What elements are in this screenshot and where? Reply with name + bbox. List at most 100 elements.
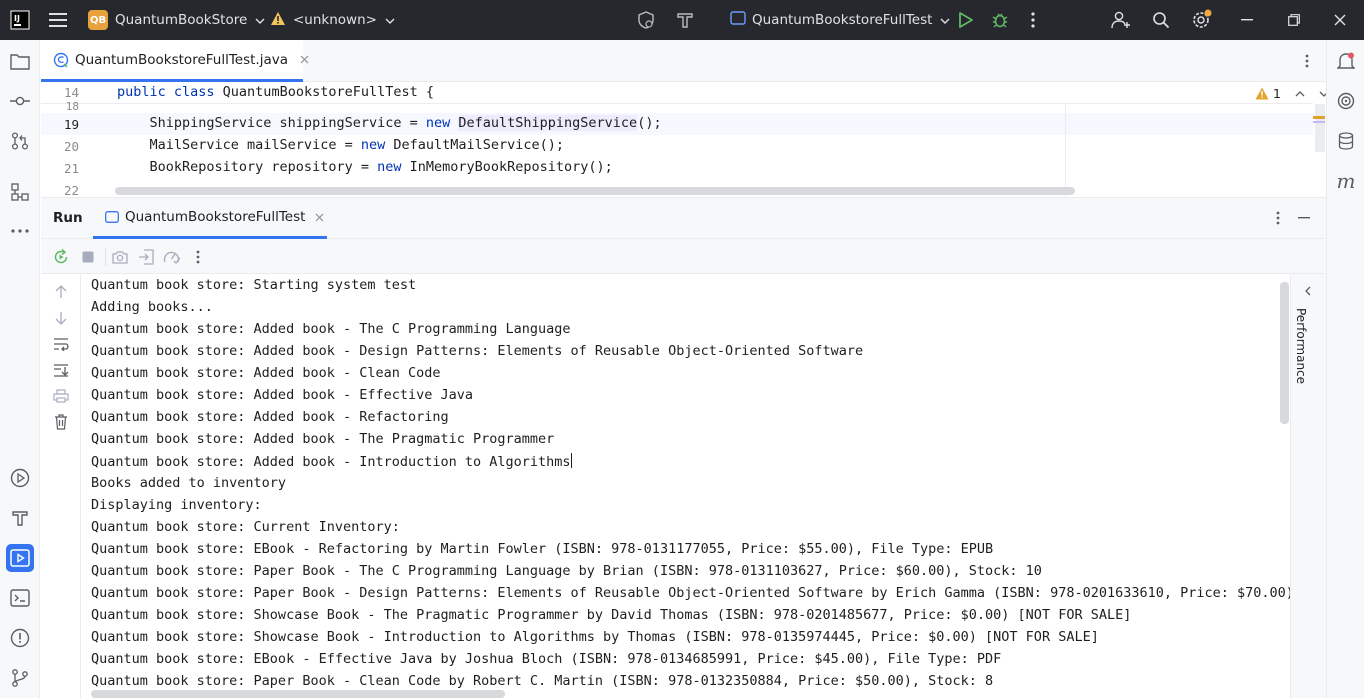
run-tab-label: QuantumBookstoreFullTest [125,209,306,225]
console-line: Displaying inventory: [91,497,262,513]
performance-tab[interactable]: Performance [1294,308,1318,384]
add-user-icon[interactable] [1111,0,1131,40]
line-number: 14 [63,85,79,100]
more-run-actions-icon[interactable] [189,248,207,266]
database-icon[interactable] [1332,127,1360,155]
app-logo-icon[interactable]: IJ [10,0,30,40]
project-widget[interactable]: QB QuantumBookStore [88,0,265,40]
line-number: 19 [63,117,79,132]
vcs-status: <unknown> [293,12,377,28]
problems-icon[interactable] [6,624,34,652]
line-number: 22 [63,183,79,198]
console-vertical-scrollbar[interactable] [1280,282,1289,424]
performance-side-panel: Performance [1290,274,1326,698]
project-name: QuantumBookStore [115,12,248,28]
scroll-to-end-icon[interactable] [52,361,70,379]
editor-tab-quantumbookstorefulltest[interactable]: QuantumBookstoreFullTest.java [41,40,309,82]
console-line: Quantum book store: EBook - Refactoring … [91,541,994,557]
run-tab-quantumbookstorefulltest[interactable]: QuantumBookstoreFullTest [93,198,327,239]
more-actions-icon[interactable] [1031,0,1035,40]
project-badge: QB [88,10,108,30]
console-line: Quantum book store: Added book - Design … [91,343,864,359]
console-output[interactable]: Quantum book store: Starting system test… [81,274,1290,698]
warning-count: 1 [1273,86,1281,101]
console-line: Quantum book store: Paper Book - Clean C… [91,673,994,689]
rerun-icon[interactable] [52,248,70,266]
editor-tab-bar: QuantumBookstoreFullTest.java [41,40,1326,82]
close-tab-icon[interactable] [300,55,309,64]
terminal-icon[interactable] [6,584,34,612]
profiler-icon[interactable] [163,248,181,266]
console-line: Quantum book store: Added book - Refacto… [91,409,449,425]
close-window-icon[interactable] [1334,0,1346,40]
run-config-name: QuantumBookstoreFullTest [752,12,933,28]
console-line: Quantum book store: Added book - The Pra… [91,431,555,447]
chevron-up-icon[interactable] [1295,90,1305,97]
import-icon[interactable] [137,248,155,266]
arrow-down-icon[interactable] [52,309,70,327]
structure-icon[interactable] [6,178,34,206]
shield-update-icon[interactable] [637,0,655,40]
run-tool-title: Run [53,210,83,226]
code-editor[interactable]: 14 public class QuantumBookstoreFullTest… [41,82,1326,198]
console-line-with-caret: Quantum book store: Added book - Introdu… [91,453,572,470]
hide-panel-icon[interactable] [1296,210,1312,226]
chevron-left-icon[interactable] [1300,283,1316,299]
run-configuration-selector[interactable]: QuantumBookstoreFullTest [730,0,950,40]
restore-window-icon[interactable] [1288,0,1300,40]
soft-wrap-icon[interactable] [52,335,70,353]
more-tools-icon[interactable] [6,217,34,245]
text-caret [570,453,572,468]
pull-requests-icon[interactable] [6,127,34,155]
console-horizontal-scrollbar[interactable] [91,690,505,698]
warning-icon [270,11,286,30]
arrow-up-icon[interactable] [52,283,70,301]
settings-gear-icon[interactable] [1191,0,1213,40]
maven-icon[interactable]: m [1332,167,1360,195]
git-icon[interactable] [6,664,34,692]
trash-icon[interactable] [52,413,70,431]
line-number: 18 [65,100,79,113]
ai-assistant-icon[interactable] [1332,87,1360,115]
project-icon[interactable] [6,47,34,75]
console-line: Books added to inventory [91,475,287,491]
console-line: Quantum book store: Paper Book - The C P… [91,563,1042,579]
chevron-down-icon [940,13,950,28]
usage-stripe-mark [1313,121,1325,123]
minimize-icon[interactable] [1241,0,1253,40]
code-line: ShippingService shippingService = new De… [117,115,662,131]
debug-icon[interactable] [991,0,1009,40]
console-line: Adding books... [91,299,213,315]
run-icon[interactable] [958,0,973,40]
chevron-down-icon[interactable] [1319,91,1326,97]
commit-icon[interactable] [6,87,34,115]
run-options-icon[interactable] [1270,210,1286,226]
build-hammer-icon[interactable] [676,0,694,40]
right-tool-strip: m [1326,40,1364,698]
editor-more-icon[interactable] [1299,53,1315,69]
inspection-widget[interactable]: 1 [1255,86,1326,101]
editor-horizontal-scrollbar[interactable] [115,187,1075,195]
chevron-down-icon [255,13,265,28]
search-icon[interactable] [1152,0,1170,40]
vcs-widget[interactable]: <unknown> [270,0,395,40]
camera-icon[interactable] [111,248,129,266]
line-number: 20 [63,139,79,154]
warning-stripe-mark[interactable] [1313,116,1325,119]
run-tool-window-header: Run QuantumBookstoreFullTest [41,198,1326,239]
main-menu-icon[interactable] [49,0,67,40]
stop-icon[interactable] [79,248,97,266]
build-icon[interactable] [6,504,34,532]
code-line: BookRepository repository = new InMemory… [117,159,613,175]
java-test-class-icon [53,52,69,68]
notifications-icon[interactable] [1332,47,1360,75]
run-tool-icon[interactable] [6,544,34,572]
editor-tab-label: QuantumBookstoreFullTest.java [75,51,289,68]
print-icon[interactable] [52,387,70,405]
services-icon[interactable] [6,464,34,492]
console-line: Quantum book store: Added book - Effecti… [91,387,474,403]
editor-vertical-scrollbar[interactable] [1315,104,1325,152]
run-toolbar [41,239,1326,274]
close-tab-icon[interactable] [315,213,324,222]
console-line: Quantum book store: Starting system test [91,277,417,293]
